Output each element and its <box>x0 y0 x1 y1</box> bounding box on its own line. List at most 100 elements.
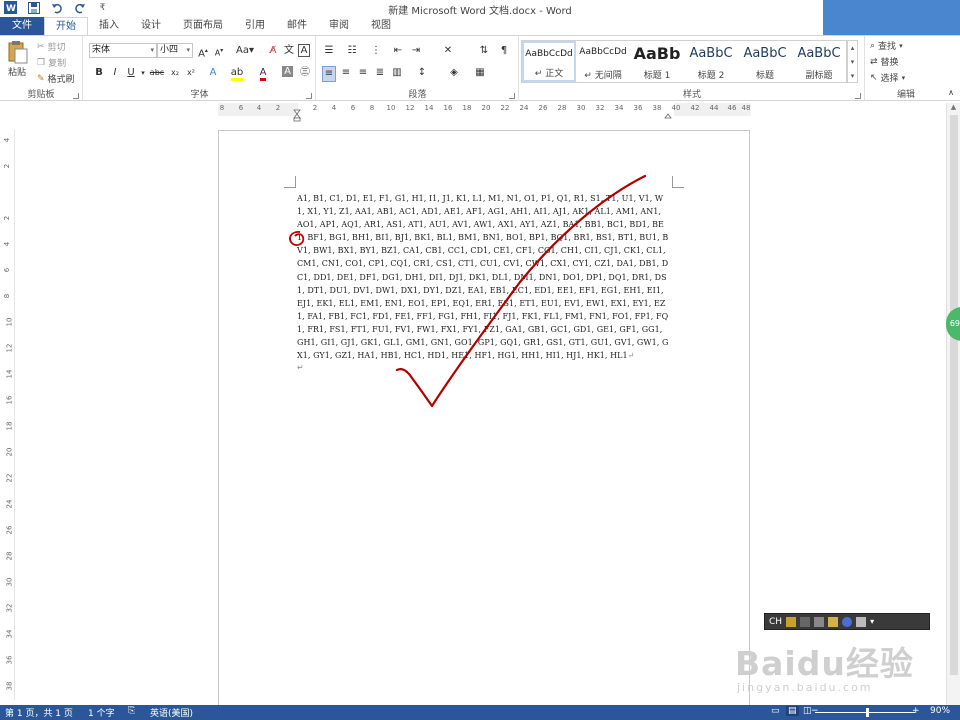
scroll-up-icon[interactable]: ▲ <box>947 103 960 111</box>
chinese-layout-icon[interactable]: ✕ <box>441 44 455 58</box>
style-heading-1[interactable]: AaBb 标题 1 <box>630 41 684 82</box>
line-spacing-icon[interactable]: ↕ <box>415 66 429 80</box>
ruler-tick: 26 <box>5 525 14 535</box>
strikethrough-icon[interactable]: abc <box>148 66 166 80</box>
subscript-icon[interactable]: x₂ <box>168 66 182 80</box>
proofing-icon[interactable]: ⎘ <box>128 706 135 716</box>
clipboard-launcher-icon[interactable] <box>73 93 79 99</box>
tab-design[interactable]: 设计 <box>130 17 172 35</box>
tab-home[interactable]: 开始 <box>44 17 88 35</box>
ime-toolbar[interactable]: CH ▾ <box>764 613 930 630</box>
bullets-icon[interactable]: ☰ <box>322 44 336 58</box>
text-effects-icon[interactable]: A <box>206 66 220 80</box>
styles-launcher-icon[interactable] <box>855 93 861 99</box>
scrollbar-thumb[interactable] <box>950 115 958 675</box>
tab-insert[interactable]: 插入 <box>88 17 130 35</box>
style-title[interactable]: AaBbC 标题 <box>738 41 792 82</box>
paste-icon <box>8 41 28 64</box>
zoom-in-button[interactable]: + <box>912 706 920 716</box>
styles-scroll[interactable]: ▴ ▾ ▾ <box>847 40 858 83</box>
tab-page-layout[interactable]: 页面布局 <box>172 17 234 35</box>
replace-button[interactable]: ⇄ 替换 <box>870 55 899 69</box>
borders-icon[interactable]: ▦ <box>473 66 487 80</box>
italic-icon[interactable]: I <box>108 66 122 80</box>
tab-view[interactable]: 视图 <box>360 17 402 35</box>
style-preview: AaBbCcDd <box>579 47 627 57</box>
vertical-scrollbar[interactable]: ▲ <box>946 103 960 705</box>
ime-options-icon[interactable]: ▾ <box>870 617 874 626</box>
style-name: 标题 <box>755 71 774 81</box>
vertical-ruler[interactable]: 4 2 2 4 6 8 10 12 14 16 18 20 22 24 26 2… <box>2 130 15 700</box>
select-button[interactable]: ↖ 选择 ▾ <box>870 71 905 85</box>
font-color-icon[interactable]: A <box>256 66 270 81</box>
character-border-icon[interactable]: A <box>298 44 310 57</box>
enclose-characters-icon[interactable]: ㊂ <box>298 66 312 80</box>
page-count[interactable]: 第 1 页，共 1 页 <box>5 706 73 719</box>
ime-punctuation-icon[interactable] <box>800 616 811 627</box>
font-name-value: 宋体 <box>92 45 111 55</box>
font-name-select[interactable]: 宋体 ▾ <box>89 43 157 58</box>
ime-mode-icon[interactable] <box>786 616 797 627</box>
numbering-icon[interactable]: ☷ <box>345 44 359 58</box>
align-left-icon[interactable]: ≡ <box>322 66 336 82</box>
style-normal[interactable]: AaBbCcDd ↵ 正文 <box>522 41 576 82</box>
document-body[interactable]: A1, B1, C1, D1, E1, F1, G1, H1, I1, J1, … <box>297 192 669 362</box>
ruler-tick: 30 <box>5 577 14 587</box>
cut-button[interactable]: ✂ 剪切 <box>37 40 66 54</box>
zoom-slider[interactable] <box>815 712 915 713</box>
paste-button[interactable]: 粘贴 <box>6 40 28 78</box>
zoom-out-button[interactable]: − <box>811 706 819 716</box>
ime-tools-icon[interactable] <box>828 616 839 627</box>
distributed-icon[interactable]: ▥ <box>390 66 404 80</box>
print-layout-icon[interactable]: ▤ <box>786 706 799 716</box>
zoom-level[interactable]: 90% <box>930 706 950 716</box>
chevron-down-icon: ▾ <box>150 46 154 54</box>
decrease-indent-icon[interactable]: ⇤ <box>391 44 405 58</box>
zoom-slider-thumb[interactable] <box>866 708 869 717</box>
align-right-icon[interactable]: ≡ <box>356 66 370 80</box>
find-button[interactable]: ⌕ 查找 ▾ <box>870 39 903 53</box>
style-heading-2[interactable]: AaBbC 标题 2 <box>684 41 738 82</box>
style-no-spacing[interactable]: AaBbCcDd ↵ 无间隔 <box>576 41 630 82</box>
microphone-icon[interactable] <box>856 616 867 627</box>
select-label: 选择 <box>880 74 899 84</box>
change-case-icon[interactable]: Aa▾ <box>234 44 256 58</box>
phonetic-guide-icon[interactable]: 文 <box>282 44 296 58</box>
style-subtitle[interactable]: AaBbC 副标题 <box>792 41 846 82</box>
character-shading-icon[interactable]: A <box>282 66 293 77</box>
help-icon[interactable] <box>842 616 853 627</box>
tab-review[interactable]: 审阅 <box>318 17 360 35</box>
superscript-icon[interactable]: x² <box>184 66 198 80</box>
shading-icon[interactable]: ◈ <box>447 66 461 80</box>
copy-button[interactable]: ❐ 复制 <box>37 56 66 70</box>
ruler-tick: 36 <box>633 104 643 112</box>
font-size-select[interactable]: 小四 ▾ <box>157 43 193 58</box>
shrink-font-icon[interactable]: A▾ <box>212 44 226 61</box>
style-preview: AaBbC <box>743 46 787 61</box>
highlight-icon[interactable]: ab <box>230 66 244 81</box>
multilevel-list-icon[interactable]: ⋮ <box>369 44 383 58</box>
word-count[interactable]: 1 个字 <box>88 706 115 719</box>
ime-softkeyboard-icon[interactable] <box>814 616 825 627</box>
clear-formatting-icon[interactable]: A̸ <box>266 44 280 58</box>
increase-indent-icon[interactable]: ⇥ <box>409 44 423 58</box>
format-painter-button[interactable]: ✎ 格式刷 <box>37 72 75 86</box>
tab-mailings[interactable]: 邮件 <box>276 17 318 35</box>
align-center-icon[interactable]: ≡ <box>339 66 353 80</box>
collapse-ribbon-icon[interactable]: ∧ <box>944 86 958 100</box>
show-marks-icon[interactable]: ¶ <box>497 44 511 58</box>
language-indicator[interactable]: 英语(美国) <box>150 706 193 719</box>
ruler-tick: 40 <box>671 104 681 112</box>
tab-references[interactable]: 引用 <box>234 17 276 35</box>
read-mode-icon[interactable]: ▭ <box>771 706 780 716</box>
paragraph-launcher-icon[interactable] <box>509 93 515 99</box>
tab-file[interactable]: 文件 <box>0 17 44 35</box>
grow-font-icon[interactable]: A▴ <box>196 44 210 61</box>
sort-icon[interactable]: ⇅ <box>477 44 491 58</box>
justify-icon[interactable]: ≣ <box>373 66 387 80</box>
ruler-tick: 24 <box>519 104 529 112</box>
bold-icon[interactable]: B <box>92 66 106 80</box>
horizontal-ruler[interactable]: 8 6 4 2 2 4 6 8 10 12 14 16 18 20 22 24 … <box>218 103 751 116</box>
ime-language-label[interactable]: CH <box>769 617 782 627</box>
font-launcher-icon[interactable] <box>306 93 312 99</box>
